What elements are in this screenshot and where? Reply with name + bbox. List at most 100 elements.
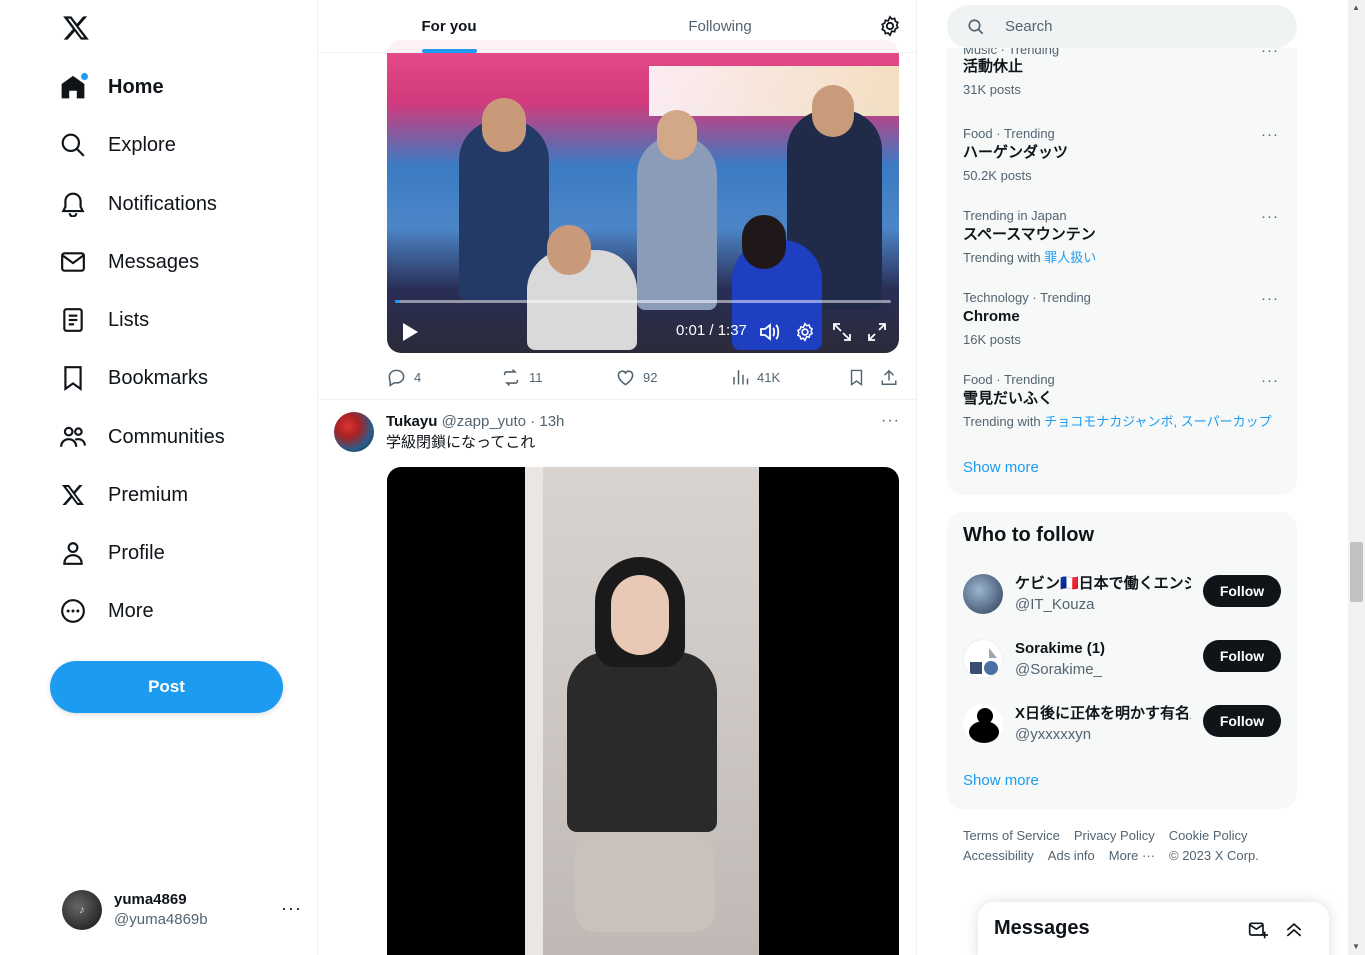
footer-link-cookie[interactable]: Cookie Policy <box>1169 826 1248 846</box>
repost-button[interactable]: 11 <box>501 368 543 387</box>
tweet-video-player[interactable]: 0:01 / 1:37 <box>387 40 899 353</box>
nav-messages[interactable]: Messages <box>58 238 199 286</box>
reply-button[interactable]: 4 <box>387 368 421 387</box>
footer-link-privacy[interactable]: Privacy Policy <box>1074 826 1155 846</box>
more-horizontal-icon[interactable]: ··· <box>1261 372 1279 389</box>
tab-following[interactable]: Following <box>580 0 860 53</box>
tweet-video-player[interactable] <box>387 467 899 955</box>
messages-drawer[interactable]: Messages <box>978 902 1329 955</box>
video-time: 0:01 / 1:37 <box>676 322 747 339</box>
x-logo-icon[interactable] <box>58 10 94 46</box>
search-input[interactable] <box>1005 18 1265 35</box>
search-icon <box>58 130 88 160</box>
picture-in-picture-icon[interactable] <box>832 322 852 346</box>
avatar[interactable] <box>963 639 1003 679</box>
footer-link-accessibility[interactable]: Accessibility <box>963 846 1034 866</box>
trend-link[interactable]: チョコモナカジャンボ <box>1044 414 1173 429</box>
follow-suggestion[interactable]: Sorakime (1) @Sorakime_ Follow <box>963 639 1281 681</box>
trend-with-label: Trending with <box>963 414 1041 429</box>
gear-icon[interactable] <box>795 322 815 346</box>
more-horizontal-icon[interactable]: ··· <box>1261 48 1279 59</box>
volume-icon[interactable] <box>759 322 781 346</box>
video-progress-bar[interactable] <box>395 300 891 303</box>
video-scene-banner <box>649 66 899 116</box>
avatar[interactable] <box>963 574 1003 614</box>
more-horizontal-icon[interactable]: ··· <box>281 898 302 919</box>
nav-lists[interactable]: Lists <box>58 296 149 344</box>
trend-count: 31K posts <box>963 82 1021 97</box>
avatar[interactable] <box>334 412 374 452</box>
footer-link-ads[interactable]: Ads info <box>1048 846 1095 866</box>
nav-communities[interactable]: Communities <box>58 413 225 461</box>
like-button[interactable]: 92 <box>616 368 657 387</box>
search-box[interactable] <box>947 5 1297 48</box>
more-horizontal-icon[interactable]: ··· <box>1261 290 1279 307</box>
footer-link-more[interactable]: More ··· <box>1109 846 1155 866</box>
views-button[interactable]: 41K <box>731 368 780 386</box>
scroll-up-arrow-icon[interactable]: ▲ <box>1352 3 1360 12</box>
footer-link-terms[interactable]: Terms of Service <box>963 826 1060 846</box>
follow-button[interactable]: Follow <box>1203 640 1281 672</box>
post-button[interactable]: Post <box>50 661 283 713</box>
gear-icon[interactable] <box>879 15 901 37</box>
nav-explore[interactable]: Explore <box>58 121 176 169</box>
nav-profile[interactable]: Profile <box>58 529 165 577</box>
account-switcher[interactable]: ♪ yuma4869 @yuma4869b ··· <box>62 888 302 932</box>
video-scene-face <box>657 110 697 160</box>
scrollbar-thumb[interactable] <box>1350 542 1363 602</box>
trend-name: 活動休止 <box>963 58 1024 75</box>
suggestion-name[interactable]: Sorakime (1) <box>1015 639 1191 659</box>
suggestion-name[interactable]: ケビン🇫🇷日本で働くエンジニア <box>1015 574 1191 594</box>
page-scrollbar[interactable]: ▲ ▼ <box>1348 0 1365 955</box>
play-icon[interactable] <box>401 322 419 342</box>
who-to-follow-show-more-link[interactable]: Show more <box>963 772 1039 789</box>
follow-button[interactable]: Follow <box>1203 705 1281 737</box>
share-icon[interactable] <box>880 368 906 387</box>
nav-notifications[interactable]: Notifications <box>58 180 217 228</box>
nav-premium[interactable]: Premium <box>58 471 188 519</box>
follow-suggestion[interactable]: X日後に正体を明かす有名人 @yxxxxxyn Follow <box>963 704 1281 746</box>
more-horizontal-icon[interactable]: ··· <box>1261 126 1279 143</box>
nav-home[interactable]: Home <box>58 63 164 111</box>
more-horizontal-icon[interactable]: ··· <box>881 412 900 430</box>
trend-category: Food · Trending <box>963 372 1055 387</box>
nav-messages-label: Messages <box>108 250 200 273</box>
trend-link[interactable]: スーパーカップ <box>1181 414 1272 429</box>
new-message-icon[interactable] <box>1248 920 1268 945</box>
bookmark-icon[interactable] <box>848 368 873 387</box>
trend-link[interactable]: 罪人扱い <box>1044 250 1096 265</box>
left-sidebar: Home Explore Notifications Messages List… <box>0 0 318 955</box>
nav-more[interactable]: More <box>58 587 154 635</box>
trend-item[interactable]: Food · Trending ハーゲンダッツ 50.2K posts ··· <box>947 126 1297 208</box>
video-scene-face <box>482 98 526 152</box>
avatar[interactable] <box>963 704 1003 744</box>
tweet-author-name[interactable]: Tukayu <box>386 413 437 430</box>
trend-item[interactable]: Music · Trending 活動休止 31K posts ··· <box>947 48 1297 124</box>
trend-item[interactable]: Technology · Trending Chrome 16K posts ·… <box>947 290 1297 372</box>
trends-panel: Music · Trending 活動休止 31K posts ··· Food… <box>947 48 1297 495</box>
trend-item[interactable]: Trending in Japan スペースマウンテン Trending wit… <box>947 208 1297 290</box>
follow-button[interactable]: Follow <box>1203 575 1281 607</box>
footer-copyright: © 2023 X Corp. <box>1169 848 1259 863</box>
suggestion-name[interactable]: X日後に正体を明かす有名人 <box>1015 704 1191 724</box>
tab-for-you[interactable]: For you <box>318 0 580 53</box>
right-sidebar: Music · Trending 活動休止 31K posts ··· Food… <box>947 0 1297 955</box>
trends-show-more-link[interactable]: Show more <box>963 459 1039 476</box>
video-scene-door <box>525 467 543 955</box>
active-tab-indicator <box>422 49 477 53</box>
nav-notifications-label: Notifications <box>108 192 217 215</box>
chevron-up-icon[interactable] <box>1284 920 1304 945</box>
tweet-actions: 4 11 92 41K <box>387 366 902 388</box>
bell-icon <box>58 189 88 219</box>
more-horizontal-icon[interactable]: ··· <box>1261 208 1279 225</box>
nav-bookmarks[interactable]: Bookmarks <box>58 354 208 402</box>
follow-suggestion[interactable]: ケビン🇫🇷日本で働くエンジニア @IT_Kouza Follow <box>963 574 1281 616</box>
video-scene-face <box>742 215 786 269</box>
tweet-time[interactable]: 13h <box>539 413 564 430</box>
tweet-author-handle[interactable]: @zapp_yuto <box>442 413 526 430</box>
trend-item[interactable]: Food · Trending 雪見だいふく Trending with チョコ… <box>947 372 1297 454</box>
tweet-separator: · <box>530 413 536 430</box>
tab-for-you-label: For you <box>421 18 477 35</box>
fullscreen-icon[interactable] <box>867 322 887 346</box>
scroll-down-arrow-icon[interactable]: ▼ <box>1352 942 1360 951</box>
